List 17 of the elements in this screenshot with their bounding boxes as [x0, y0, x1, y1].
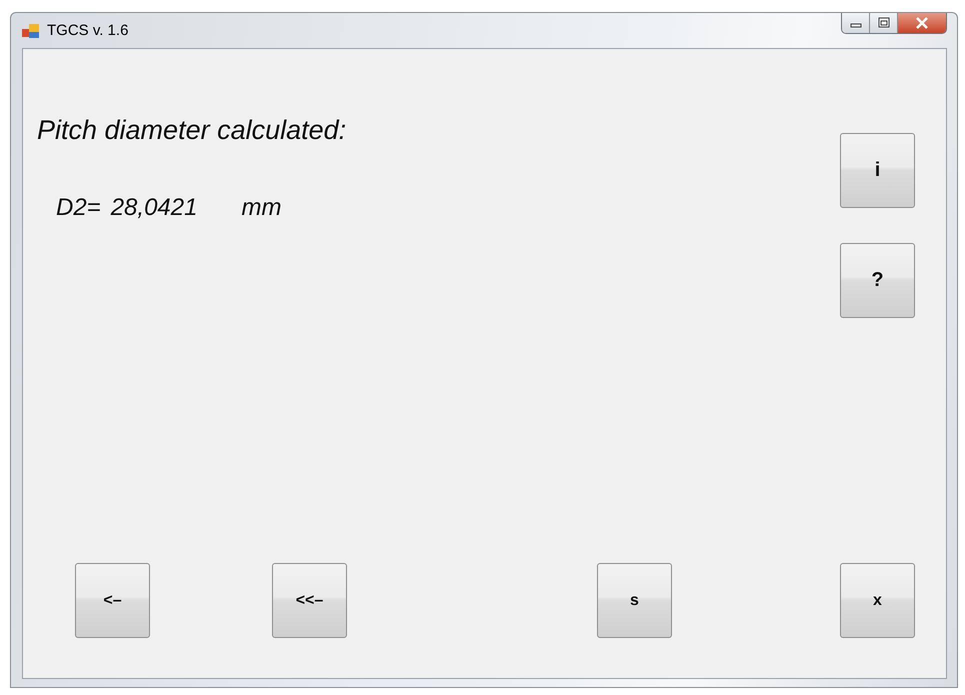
app-icon — [22, 22, 40, 38]
window-title: TGCS v. 1.6 — [47, 22, 128, 39]
maximize-button[interactable] — [870, 13, 898, 33]
result-unit: mm — [241, 194, 282, 222]
nav-button[interactable]: x — [840, 563, 915, 638]
result-label: D2= — [56, 194, 101, 222]
side-button[interactable]: ? — [840, 243, 915, 318]
nav-button[interactable]: <– — [75, 563, 150, 638]
result-value: 28,0421 — [110, 194, 198, 222]
nav-button[interactable]: <<– — [272, 563, 347, 638]
minimize-button[interactable] — [842, 13, 870, 33]
side-button[interactable]: i — [840, 133, 915, 208]
maximize-icon — [876, 17, 890, 29]
nav-button[interactable]: s — [597, 563, 672, 638]
heading-text: Pitch diameter calculated: — [37, 115, 348, 146]
close-button[interactable] — [898, 13, 946, 33]
close-icon — [914, 17, 930, 29]
